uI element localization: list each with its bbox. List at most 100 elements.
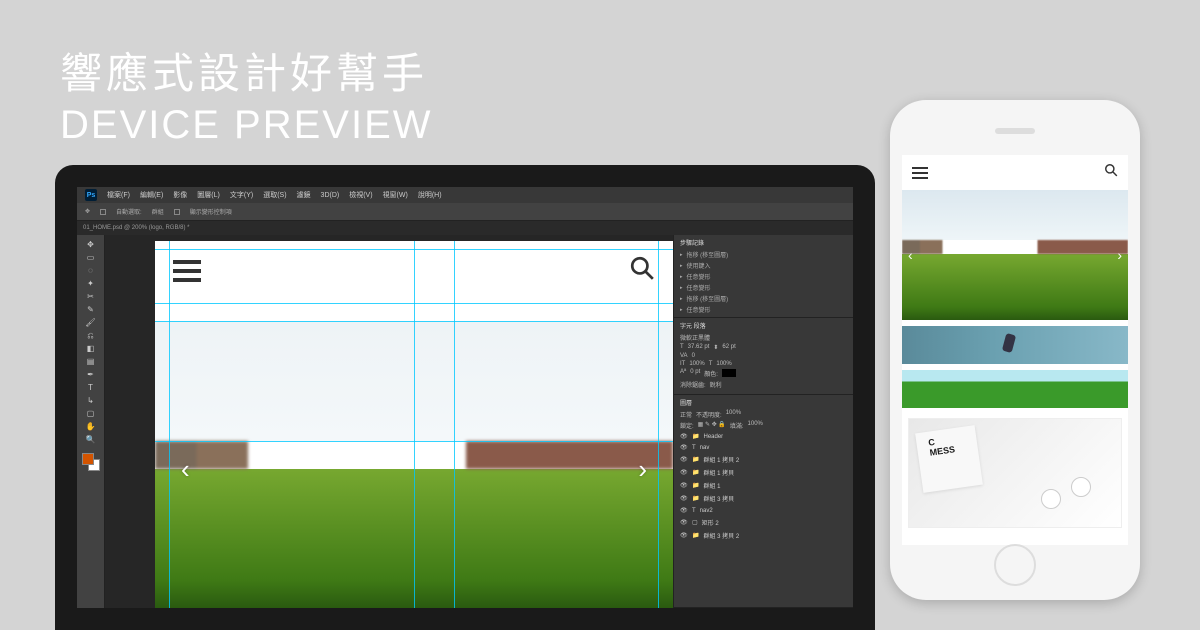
layer-row[interactable]: 👁📁群組 1 拷貝 2 xyxy=(680,454,847,465)
history-item[interactable]: 使用鍵入 xyxy=(680,261,847,270)
zoom-tool[interactable]: 🔍 xyxy=(85,434,96,445)
visibility-icon[interactable]: 👁 xyxy=(680,495,688,502)
font-family-select[interactable]: 微軟正黑體 xyxy=(680,333,710,342)
opacity-value[interactable]: 100% xyxy=(726,410,741,419)
guide-vertical[interactable] xyxy=(414,241,415,608)
hamburger-icon[interactable] xyxy=(912,167,928,179)
visibility-icon[interactable]: 👁 xyxy=(680,507,688,514)
layer-row[interactable]: 👁📁Header xyxy=(680,432,847,441)
history-item[interactable]: 拖移 (移至圖層) xyxy=(680,294,847,303)
visibility-icon[interactable]: 👁 xyxy=(680,456,688,463)
content-band-grass[interactable] xyxy=(902,370,1128,408)
foreground-color-swatch[interactable] xyxy=(82,453,94,465)
hamburger-icon[interactable] xyxy=(173,260,201,282)
move-tool[interactable]: ✥ xyxy=(85,239,96,250)
menu-help[interactable]: 說明(H) xyxy=(418,190,442,200)
carousel-prev-icon[interactable]: ‹ xyxy=(181,454,190,485)
guide-vertical[interactable] xyxy=(658,241,659,608)
auto-select-label: 自動選取: xyxy=(116,207,142,216)
hscale-value[interactable]: 100% xyxy=(716,361,731,367)
history-item[interactable]: 拖移 (移至圖層) xyxy=(680,250,847,259)
color-swatches[interactable] xyxy=(82,453,100,471)
fill-value[interactable]: 100% xyxy=(748,421,763,430)
shape-tool[interactable]: ▢ xyxy=(85,408,96,419)
panels-dock: 步驟記錄 拖移 (移至圖層) 使用鍵入 任意變形 任意變形 拖移 (移至圖層) … xyxy=(673,235,853,608)
search-icon[interactable] xyxy=(1104,163,1118,182)
folder-icon: 📁 xyxy=(692,456,699,463)
visibility-icon[interactable]: 👁 xyxy=(680,433,688,440)
carousel-next-icon[interactable]: › xyxy=(1117,247,1122,263)
guide-horizontal[interactable] xyxy=(155,441,673,442)
visibility-icon[interactable]: 👁 xyxy=(680,482,688,489)
headline: 響應式設計好幫手 DEVICE PREVIEW xyxy=(60,40,433,148)
guide-vertical[interactable] xyxy=(169,241,170,608)
folder-icon: 📁 xyxy=(692,433,699,440)
menu-view[interactable]: 檢視(V) xyxy=(349,190,372,200)
stamp-tool[interactable]: ⎌ xyxy=(85,330,96,341)
brush-tool[interactable]: 🖌 xyxy=(85,317,96,328)
layer-row[interactable]: 👁📁群組 1 拷貝 xyxy=(680,467,847,478)
content-card[interactable]: C MESS xyxy=(908,418,1122,528)
carousel-prev-icon[interactable]: ‹ xyxy=(908,247,913,263)
history-item[interactable]: 任意變形 xyxy=(680,283,847,292)
layer-row[interactable]: 👁▢矩形 2 xyxy=(680,517,847,528)
menu-file[interactable]: 檔案(F) xyxy=(107,190,130,200)
document-tab[interactable]: 01_HOME.psd @ 200% (logo, RGB/8) * xyxy=(83,225,189,231)
menu-3d[interactable]: 3D(D) xyxy=(321,192,340,199)
menu-layer[interactable]: 圖層(L) xyxy=(197,190,220,200)
layer-row[interactable]: 👁Tnav xyxy=(680,443,847,452)
auto-select-value[interactable]: 群組 xyxy=(152,207,164,216)
lasso-tool[interactable]: ◌ xyxy=(85,265,96,276)
guide-horizontal[interactable] xyxy=(155,303,673,304)
visibility-icon[interactable]: 👁 xyxy=(680,469,688,476)
visibility-icon[interactable]: 👁 xyxy=(680,519,688,526)
layer-row[interactable]: 👁📁群組 3 拷貝 2 xyxy=(680,530,847,541)
blend-mode-select[interactable]: 正常 xyxy=(680,410,692,419)
eraser-tool[interactable]: ◧ xyxy=(85,343,96,354)
lock-icons[interactable]: ▦ ✎ ✥ 🔒 xyxy=(698,421,726,430)
auto-select-checkbox[interactable] xyxy=(100,209,106,215)
menu-edit[interactable]: 編輯(E) xyxy=(140,190,163,200)
folder-icon: 📁 xyxy=(692,495,699,502)
gradient-tool[interactable]: ▤ xyxy=(85,356,96,367)
tracking-value[interactable]: 0 xyxy=(692,353,695,359)
layer-row[interactable]: 👁📁群組 3 拷貝 xyxy=(680,493,847,504)
menu-type[interactable]: 文字(Y) xyxy=(230,190,253,200)
baseline-icon: Aª xyxy=(680,369,686,378)
menu-image[interactable]: 影像 xyxy=(173,190,187,200)
baseline-value[interactable]: 0 pt xyxy=(690,369,700,378)
transform-checkbox[interactable] xyxy=(174,209,180,215)
layers-panel-title: 圖層 xyxy=(680,398,847,407)
type-tool[interactable]: T xyxy=(85,382,96,393)
font-size-value[interactable]: 37.62 pt xyxy=(688,344,710,351)
aa-value[interactable]: 銳利 xyxy=(710,380,722,389)
guide-vertical[interactable] xyxy=(454,241,455,608)
crop-tool[interactable]: ✂ xyxy=(85,291,96,302)
vscale-value[interactable]: 100% xyxy=(689,361,704,367)
tracking-icon: VA xyxy=(680,353,688,359)
guide-horizontal[interactable] xyxy=(155,321,673,322)
hand-tool[interactable]: ✋ xyxy=(85,421,96,432)
layer-row[interactable]: 👁Tnav2 xyxy=(680,506,847,515)
menu-select[interactable]: 選取(S) xyxy=(263,190,286,200)
text-color-swatch[interactable] xyxy=(722,369,736,377)
menu-window[interactable]: 視窗(W) xyxy=(383,190,408,200)
path-tool[interactable]: ↳ xyxy=(85,395,96,406)
wand-tool[interactable]: ✦ xyxy=(85,278,96,289)
layer-row[interactable]: 👁📁群組 1 xyxy=(680,480,847,491)
visibility-icon[interactable]: 👁 xyxy=(680,532,688,539)
content-band-surfer[interactable] xyxy=(902,326,1128,364)
history-item[interactable]: 任意變形 xyxy=(680,272,847,281)
folder-icon: 📁 xyxy=(692,469,699,476)
pen-tool[interactable]: ✒ xyxy=(85,369,96,380)
menu-filter[interactable]: 濾鏡 xyxy=(297,190,311,200)
marquee-tool[interactable]: ▭ xyxy=(85,252,96,263)
visibility-icon[interactable]: 👁 xyxy=(680,444,688,451)
leading-value[interactable]: 62 pt xyxy=(722,344,735,351)
carousel-next-icon[interactable]: › xyxy=(638,454,647,485)
history-item[interactable]: 任意變形 xyxy=(680,305,847,314)
canvas-area[interactable]: ‹ › xyxy=(105,235,673,608)
guide-horizontal[interactable] xyxy=(155,249,673,250)
eyedropper-tool[interactable]: ✎ xyxy=(85,304,96,315)
search-icon[interactable] xyxy=(629,255,655,286)
